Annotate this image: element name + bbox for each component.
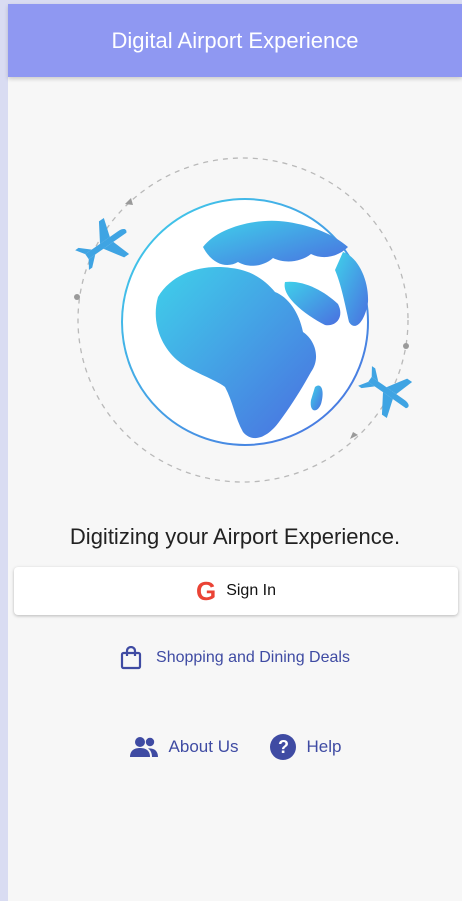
tagline: Digitizing your Airport Experience. (69, 524, 401, 549)
people-icon (129, 737, 158, 757)
help-label: Help (306, 737, 342, 756)
app-bar: Digital Airport Experience (8, 4, 462, 77)
about-us-label: About Us (168, 737, 239, 756)
globe-illustration (74, 157, 413, 483)
shopping-dining-deals-link[interactable]: Shopping and Dining Deals (8, 646, 462, 670)
sign-in-button[interactable]: G Sign In (14, 567, 458, 615)
airplane-icon (75, 217, 130, 270)
app-frame: Digital Airport Experience Digitizing yo… (8, 4, 462, 901)
sign-in-label: Sign In (226, 582, 277, 599)
help-icon: ? (270, 734, 297, 760)
shopping-bag-icon (120, 646, 142, 670)
globe-icon (121, 198, 369, 446)
google-icon: G (195, 576, 217, 606)
app-title: Digital Airport Experience (111, 27, 359, 53)
about-us-link[interactable]: About Us (129, 736, 239, 758)
airplane-icon (358, 366, 413, 419)
footer-links: About Us ? Help (8, 734, 462, 760)
deals-label: Shopping and Dining Deals (156, 649, 350, 666)
help-link[interactable]: ? Help (270, 734, 341, 760)
